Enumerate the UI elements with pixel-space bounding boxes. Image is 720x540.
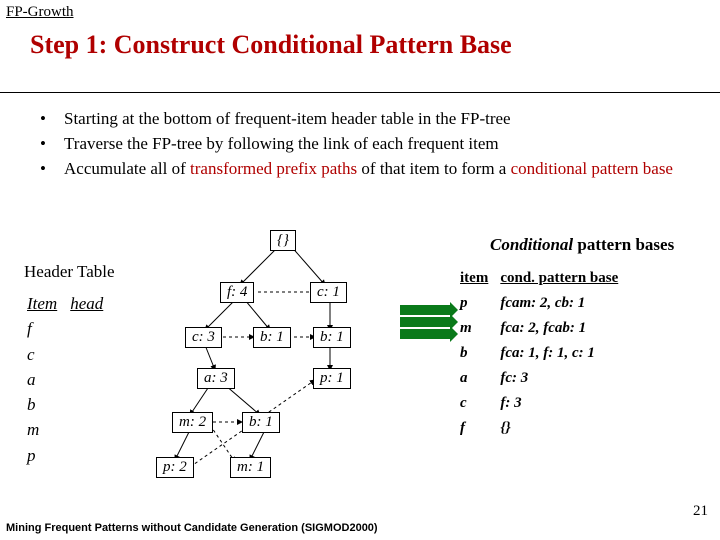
tree-node: m: 1 (230, 457, 271, 478)
tree-node: b: 1 (253, 327, 291, 348)
tree-node: m: 2 (172, 412, 213, 433)
tree-node: c: 1 (310, 282, 347, 303)
bullet-list: • Starting at the bottom of frequent-ite… (40, 108, 680, 183)
green-arrows (400, 305, 450, 341)
cpb-title: Conditional pattern bases (490, 235, 674, 255)
tree-node: p: 1 (313, 368, 351, 389)
fp-tree-diagram: {} f: 4 c: 1 c: 3 b: 1 b: 1 a: 3 p: 1 m:… (150, 230, 400, 490)
tree-node: f: 4 (220, 282, 254, 303)
list-item: • Traverse the FP-tree by following the … (40, 133, 680, 156)
tree-node: b: 1 (242, 412, 280, 433)
cpb-table: item cond. pattern base pfcam: 2, cb: 1 … (460, 268, 630, 441)
table-row: mfca: 2, fcab: 1 (460, 316, 630, 341)
tree-node: b: 1 (313, 327, 351, 348)
table-row: bfca: 1, f: 1, c: 1 (460, 341, 630, 366)
arrow-icon (400, 305, 450, 315)
table-row: f{} (460, 416, 630, 441)
arrow-icon (400, 317, 450, 327)
arrow-icon (400, 329, 450, 339)
table-row: afc: 3 (460, 366, 630, 391)
table-row: cf: 3 (460, 391, 630, 416)
tree-node: p: 2 (156, 457, 194, 478)
header-table: Item head f c a b m p (24, 290, 115, 469)
header-table-title: Header Table (24, 262, 115, 282)
list-item: • Starting at the bottom of frequent-ite… (40, 108, 680, 131)
tree-node-root: {} (270, 230, 296, 251)
slide-number: 21 (693, 503, 708, 520)
page-title: Step 1: Construct Conditional Pattern Ba… (30, 30, 512, 60)
topic-label: FP-Growth (6, 4, 74, 21)
footer-citation: Mining Frequent Patterns without Candida… (6, 522, 378, 534)
divider (0, 92, 720, 93)
list-item: • Accumulate all of transformed prefix p… (40, 158, 680, 181)
tree-node: a: 3 (197, 368, 235, 389)
table-row: pfcam: 2, cb: 1 (460, 291, 630, 316)
tree-node: c: 3 (185, 327, 222, 348)
